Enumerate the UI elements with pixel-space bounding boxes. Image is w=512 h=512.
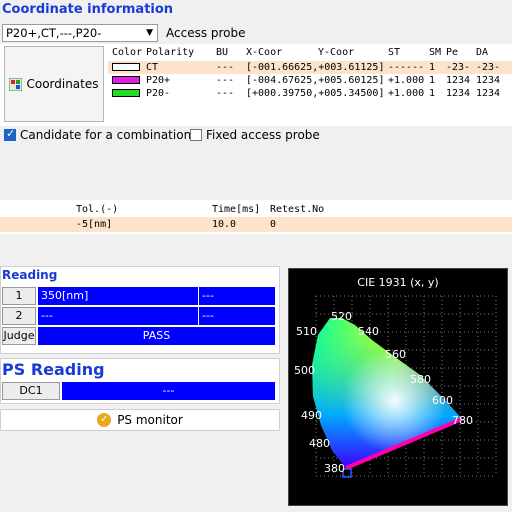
reading-extra: --- xyxy=(199,287,276,305)
reading-row-2: 2 --- --- xyxy=(2,307,276,325)
ps-value: --- xyxy=(62,382,276,400)
tol-header: Tol.(-) xyxy=(76,204,119,215)
ps-label: DC1 xyxy=(2,382,60,400)
col-header-color: Color xyxy=(112,47,143,58)
ps-reading-title: PS Reading xyxy=(2,360,105,379)
coordinates-button[interactable]: Coordinates xyxy=(4,46,104,122)
ps-monitor-label: PS monitor xyxy=(117,413,183,427)
st-cell: ------ xyxy=(388,62,425,73)
col-header-sm: SM xyxy=(429,47,442,58)
ps-reading-row: DC1 --- xyxy=(2,382,276,400)
da-cell: 1234 xyxy=(476,88,501,99)
reading-row-label: 2 xyxy=(2,307,36,325)
pe-cell: -23- xyxy=(446,62,471,73)
da-cell: -23- xyxy=(476,62,501,73)
candidate-label: Candidate for a combination xyxy=(20,128,192,142)
reading-row-label: 1 xyxy=(2,287,36,305)
reading-title: Reading xyxy=(2,268,58,282)
bu-cell: --- xyxy=(216,62,235,73)
probe-select[interactable]: P20+,CT,---,P20- ▼ xyxy=(2,24,158,42)
xy-coor-cell: [+000.39750,+005.34500] xyxy=(246,88,385,99)
table-row[interactable]: CT --- [-001.66625,+003.61125] ------ 1 … xyxy=(108,61,512,74)
xy-coor-cell: [-001.66625,+003.61125] xyxy=(246,62,385,73)
tol-cell: -5[nm] xyxy=(76,219,113,230)
candidate-checkbox[interactable]: Candidate for a combination xyxy=(4,127,192,142)
polarity-cell: P20- xyxy=(146,88,171,99)
polarity-cell: CT xyxy=(146,62,159,73)
cie-chart-panel xyxy=(288,268,508,506)
fixed-probe-checkbox[interactable]: Fixed access probe xyxy=(190,128,320,142)
bu-cell: --- xyxy=(216,88,235,99)
bu-cell: --- xyxy=(216,75,235,86)
time-cell: 10.0 xyxy=(212,219,237,230)
st-cell: +1.000 xyxy=(388,88,425,99)
col-header-pe: Pe xyxy=(446,47,459,58)
col-header-da: DA xyxy=(476,47,489,58)
color-swatch xyxy=(112,63,140,71)
fixed-probe-label: Fixed access probe xyxy=(206,128,320,142)
access-probe-label: Access probe xyxy=(166,26,246,40)
col-header-y-coor: Y-Coor xyxy=(318,47,355,58)
pe-cell: 1234 xyxy=(446,88,471,99)
table-row[interactable]: P20+ --- [-004.67625,+005.60125] +1.000 … xyxy=(108,74,512,87)
chart-title: CIE 1931 (x, y) xyxy=(357,276,439,289)
checkbox-icon[interactable] xyxy=(190,129,202,141)
judge-label: Judge xyxy=(2,327,36,345)
st-cell: +1.000 xyxy=(388,75,425,86)
coordinate-info-title: Coordinate information xyxy=(2,2,174,17)
xy-coor-cell: [-004.67625,+005.60125] xyxy=(246,75,385,86)
table-row[interactable]: -5[nm] 10.0 0 xyxy=(0,217,512,232)
reading-row-1: 1 350[nm] --- xyxy=(2,287,276,305)
sm-cell: 1 xyxy=(429,75,436,86)
color-swatch xyxy=(112,76,140,84)
tolerance-header: Tol.(-) Time[ms] Retest.No xyxy=(0,202,512,217)
col-header-polarity: Polarity xyxy=(146,47,195,58)
color-swatch xyxy=(112,89,140,97)
sm-cell: 1 xyxy=(429,62,436,73)
reading-value: --- xyxy=(38,307,199,325)
checkbox-icon[interactable] xyxy=(4,127,16,141)
judge-value: PASS xyxy=(38,327,276,345)
chevron-down-icon[interactable]: ▼ xyxy=(146,25,153,41)
coordinates-button-label: Coordinates xyxy=(26,77,99,91)
sm-cell: 1 xyxy=(429,88,436,99)
col-header-st: ST xyxy=(388,47,401,58)
reading-value: 350[nm] xyxy=(38,287,199,305)
col-header-bu: BU xyxy=(216,47,229,58)
coordinate-table: Color Polarity BU X-Coor Y-Coor ST SM Pe… xyxy=(108,44,512,100)
retest-cell: 0 xyxy=(270,219,277,230)
ps-monitor-button[interactable]: ✓ PS monitor xyxy=(0,409,280,431)
reading-extra: --- xyxy=(199,307,276,325)
coordinates-icon xyxy=(9,77,23,91)
coordinate-table-header: Color Polarity BU X-Coor Y-Coor ST SM Pe… xyxy=(108,44,512,61)
da-cell: 1234 xyxy=(476,75,501,86)
time-header: Time[ms] xyxy=(212,204,261,215)
table-row[interactable]: P20- --- [+000.39750,+005.34500] +1.000 … xyxy=(108,87,512,100)
retest-header: Retest.No xyxy=(270,204,325,215)
judge-row: Judge PASS xyxy=(2,327,276,345)
pe-cell: 1234 xyxy=(446,75,471,86)
check-circle-icon: ✓ xyxy=(97,413,112,427)
polarity-cell: P20+ xyxy=(146,75,171,86)
col-header-x-coor: X-Coor xyxy=(246,47,283,58)
probe-select-value: P20+,CT,---,P20- xyxy=(6,26,102,40)
